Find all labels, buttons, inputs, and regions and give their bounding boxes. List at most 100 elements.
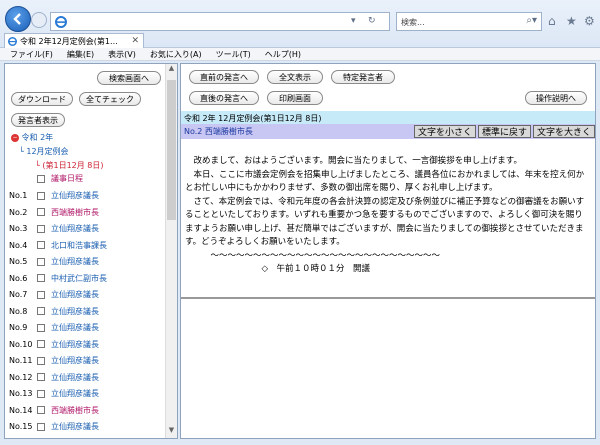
paragraph: 改めまして、おはようございます。開会に当たりまして、一言御挨拶を申し上げます。: [185, 156, 522, 166]
speaker-link[interactable]: 立仙翔彦議長: [51, 372, 99, 383]
speaker-link[interactable]: 北口和浩事課長: [51, 240, 107, 251]
speaker-row[interactable]: No.2 西端勝樹市長: [9, 206, 99, 219]
tree-year-label: 令和 2年: [21, 133, 54, 142]
tree-day[interactable]: └ (第1日12月 8日): [35, 160, 104, 171]
back-button[interactable]: [5, 6, 31, 32]
speaker-row[interactable]: No.4 北口和浩事課長: [9, 239, 107, 252]
tree-day-label: (第1日12月 8日): [42, 161, 104, 170]
font-smaller-button[interactable]: 文字を小さく: [413, 125, 476, 138]
checkbox[interactable]: [37, 191, 45, 200]
scroll-down-icon[interactable]: ▼: [166, 426, 177, 438]
checkbox[interactable]: [37, 373, 45, 381]
row-number: No.5: [9, 257, 28, 266]
forward-button[interactable]: [31, 12, 47, 28]
speaker-row[interactable]: No.7 立仙翔彦議長: [9, 288, 99, 301]
speaker-link[interactable]: 立仙翔彦議長: [51, 388, 99, 399]
speaker-row[interactable]: No.13 立仙翔彦議長: [9, 387, 99, 400]
speaker-row[interactable]: No.12 立仙翔彦議長: [9, 371, 99, 384]
checkbox[interactable]: [37, 290, 45, 299]
show-speaker-button[interactable]: 発言者表示: [11, 113, 65, 127]
checkbox[interactable]: [37, 208, 45, 216]
menu-file[interactable]: ファイル(F): [10, 49, 53, 60]
speaker-row[interactable]: No.6 中村武仁副市長: [9, 272, 107, 285]
speaker-link[interactable]: 西端勝樹市長: [51, 207, 99, 218]
next-speech-button[interactable]: 直後の発言へ: [189, 91, 259, 105]
speaker-bar: No.2 西端勝樹市長 文字を小さく 標準に戻す 文字を大きく: [181, 124, 595, 139]
speaker-row[interactable]: No.3 立仙翔彦議長: [9, 222, 99, 235]
download-button[interactable]: ダウンロード: [11, 92, 73, 106]
speaker-link[interactable]: 中村武仁副市長: [51, 273, 107, 284]
speaker-row[interactable]: No.9 立仙翔彦議長: [9, 321, 99, 334]
full-text-button[interactable]: 全文表示: [267, 70, 323, 84]
checkbox[interactable]: [37, 307, 45, 315]
checkbox[interactable]: [37, 274, 45, 282]
dropdown-icon[interactable]: ▾: [351, 16, 356, 26]
tree-session[interactable]: └ 12月定例会: [19, 146, 69, 157]
speaker-link[interactable]: 立仙翔彦議長: [51, 322, 99, 333]
row-number: No.14: [9, 405, 33, 415]
speaker-link[interactable]: 立仙翔彦議長: [51, 306, 99, 317]
speaker-link[interactable]: 西端勝樹市長: [51, 405, 99, 416]
scroll-thumb[interactable]: [167, 80, 176, 220]
menu-view[interactable]: 表示(V): [108, 49, 136, 60]
specific-speaker-button[interactable]: 特定発言者: [331, 70, 395, 84]
row-number: No.2: [9, 207, 28, 217]
row-number: No.9: [9, 323, 28, 332]
prev-speech-button[interactable]: 直前の発言へ: [189, 70, 259, 84]
speaker-link[interactable]: 立仙翔彦議長: [51, 223, 99, 234]
search-input[interactable]: 検索... ⌕▾: [396, 12, 542, 31]
speaker-link[interactable]: 立仙翔彦議長: [51, 256, 99, 267]
font-larger-button[interactable]: 文字を大きく: [532, 125, 595, 138]
checkbox[interactable]: [37, 241, 45, 249]
speaker-link[interactable]: 立仙翔彦議長: [51, 190, 99, 201]
close-tab-icon[interactable]: ✕: [131, 36, 139, 46]
speaker-link[interactable]: 立仙翔彦議長: [51, 355, 99, 366]
speaker-row[interactable]: No.5 立仙翔彦議長: [9, 255, 99, 268]
refresh-icon[interactable]: ↻: [368, 16, 376, 26]
menu-favorites[interactable]: お気に入り(A): [150, 49, 202, 60]
speaker-row[interactable]: No.15 立仙翔彦議長: [9, 420, 99, 433]
scrollbar[interactable]: ▲ ▼: [165, 64, 177, 438]
speaker-link[interactable]: 立仙翔彦議長: [51, 289, 99, 300]
time-line: ◇ 午前１０時０１分 開議: [185, 264, 371, 274]
speaker-row[interactable]: No.1 立仙翔彦議長: [9, 189, 99, 202]
checkbox[interactable]: [37, 257, 45, 266]
checkbox[interactable]: [37, 174, 45, 183]
checkbox[interactable]: [37, 356, 45, 365]
speaker-link[interactable]: 立仙翔彦議長: [51, 339, 99, 350]
agenda-link[interactable]: 議事日程: [51, 173, 83, 184]
menu-tools[interactable]: ツール(T): [216, 49, 251, 60]
address-bar[interactable]: ▾ ↻: [50, 12, 390, 31]
speaker-row[interactable]: No.8 立仙翔彦議長: [9, 305, 99, 318]
speaker-row[interactable]: No.11 立仙翔彦議長: [9, 354, 99, 367]
favorites-icon[interactable]: ★: [566, 14, 577, 28]
wave-divider: ～～～～～～～～～～～～～～～～～～～～～～～～～～～: [185, 250, 441, 261]
checkbox[interactable]: [37, 389, 45, 398]
speaker-row[interactable]: No.14 西端勝樹市長: [9, 404, 99, 417]
speaker-name: No.2 西端勝樹市長: [184, 127, 253, 136]
agenda-row[interactable]: 議事日程: [9, 172, 83, 185]
row-number: No.6: [9, 273, 28, 283]
font-reset-button[interactable]: 標準に戻す: [477, 125, 531, 138]
search-icon[interactable]: ⌕▾: [526, 15, 537, 26]
menu-help[interactable]: ヘルプ(H): [265, 49, 301, 60]
browser-tab[interactable]: 令和 2年12月定例会(第1... ✕: [4, 33, 144, 48]
search-screen-button[interactable]: 検索画面へ: [97, 71, 161, 85]
menu-edit[interactable]: 編集(E): [67, 49, 94, 60]
speaker-list-frame: 検索画面へ ダウンロード 全てチェック 発言者表示 − 令和 2年 └ 12月定…: [4, 63, 178, 439]
checkbox[interactable]: [37, 224, 45, 233]
checkbox[interactable]: [37, 422, 45, 431]
checkbox[interactable]: [37, 340, 45, 348]
check-all-button[interactable]: 全てチェック: [79, 92, 141, 106]
home-icon[interactable]: ⌂: [548, 14, 556, 28]
tree-year[interactable]: − 令和 2年: [11, 132, 53, 143]
checkbox[interactable]: [37, 323, 45, 332]
help-button[interactable]: 操作説明へ: [525, 91, 587, 105]
gear-icon[interactable]: ⚙: [584, 14, 595, 28]
print-button[interactable]: 印刷画面: [267, 91, 323, 105]
speaker-link[interactable]: 立仙翔彦議長: [51, 421, 99, 432]
speaker-row[interactable]: No.10 立仙翔彦議長: [9, 338, 99, 351]
scroll-up-icon[interactable]: ▲: [166, 64, 177, 76]
checkbox[interactable]: [37, 406, 45, 414]
row-number: No.11: [9, 356, 33, 365]
